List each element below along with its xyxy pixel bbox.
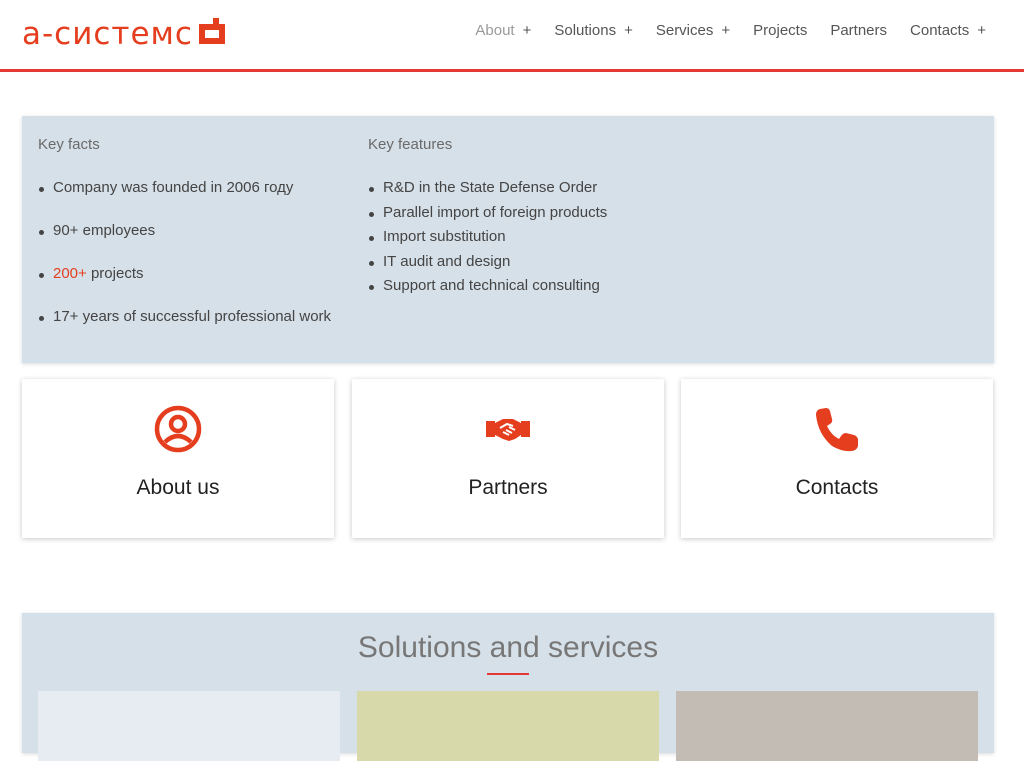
- list-item: R&D in the State Defense Order: [368, 179, 607, 204]
- list-item: IT audit and design: [368, 253, 607, 278]
- site-header: а-системс About + Solutions + Services +…: [0, 0, 1024, 72]
- solution-tile[interactable]: [676, 691, 978, 761]
- handshake-icon: [486, 419, 530, 441]
- nav-label: Partners: [830, 22, 888, 39]
- list-item: 90+ employees: [38, 222, 331, 265]
- list-item: Import substitution: [368, 228, 607, 253]
- nav-label: Contacts: [910, 22, 970, 39]
- key-features-list: R&D in the State Defense Order Parallel …: [368, 179, 607, 302]
- list-item: 17+ years of successful professional wor…: [38, 308, 331, 351]
- card-about-us[interactable]: About us: [22, 379, 334, 538]
- nav-item-solutions[interactable]: Solutions +: [554, 22, 632, 39]
- title-underline: [487, 673, 529, 675]
- main-nav: About + Solutions + Services + Projects …: [475, 22, 986, 39]
- nav-item-contacts[interactable]: Contacts +: [910, 22, 986, 39]
- key-facts-title: Key facts: [38, 136, 100, 153]
- nav-item-partners[interactable]: Partners: [830, 22, 887, 39]
- section-title: Solutions and services: [357, 631, 659, 664]
- list-item: 200+ projects: [38, 265, 331, 308]
- projects-count: 200+: [53, 265, 87, 282]
- list-item: Support and technical consulting: [368, 277, 607, 302]
- card-contacts[interactable]: Contacts: [681, 379, 993, 538]
- solution-tile[interactable]: [357, 691, 659, 761]
- plus-icon[interactable]: +: [721, 22, 730, 39]
- list-item: Company was founded in 2006 году: [38, 179, 331, 222]
- card-label: Partners: [468, 476, 548, 499]
- key-facts-list: Company was founded in 2006 году 90+ emp…: [38, 179, 331, 351]
- card-label: About us: [136, 476, 220, 499]
- card-label: Contacts: [795, 476, 879, 499]
- key-facts-column: Key facts Company was founded in 2006 го…: [38, 136, 331, 351]
- plus-icon[interactable]: +: [523, 22, 532, 39]
- key-features-column: Key features R&D in the State Defense Or…: [368, 136, 607, 302]
- nav-label: Projects: [753, 22, 808, 39]
- solution-tile[interactable]: [38, 691, 340, 761]
- projects-label: projects: [90, 265, 144, 282]
- logo-text: а-системс: [22, 16, 193, 52]
- card-partners[interactable]: Partners: [352, 379, 664, 538]
- plus-icon[interactable]: +: [977, 22, 986, 39]
- plus-icon[interactable]: +: [624, 22, 633, 39]
- logo[interactable]: а-системс: [22, 14, 225, 54]
- nav-item-about[interactable]: About +: [475, 22, 531, 39]
- nav-label: About: [475, 22, 515, 39]
- user-circle-icon: [154, 405, 202, 453]
- list-item: Parallel import of foreign products: [368, 204, 607, 229]
- key-features-title: Key features: [368, 136, 453, 153]
- nav-item-projects[interactable]: Projects: [753, 22, 807, 39]
- logo-mark-icon: [198, 18, 225, 44]
- phone-icon: [816, 408, 858, 452]
- nav-label: Solutions: [554, 22, 617, 39]
- nav-item-services[interactable]: Services +: [656, 22, 730, 39]
- solutions-section: Solutions and services: [22, 613, 994, 761]
- key-facts-panel: Key facts Company was founded in 2006 го…: [22, 116, 994, 363]
- nav-label: Services: [655, 22, 714, 39]
